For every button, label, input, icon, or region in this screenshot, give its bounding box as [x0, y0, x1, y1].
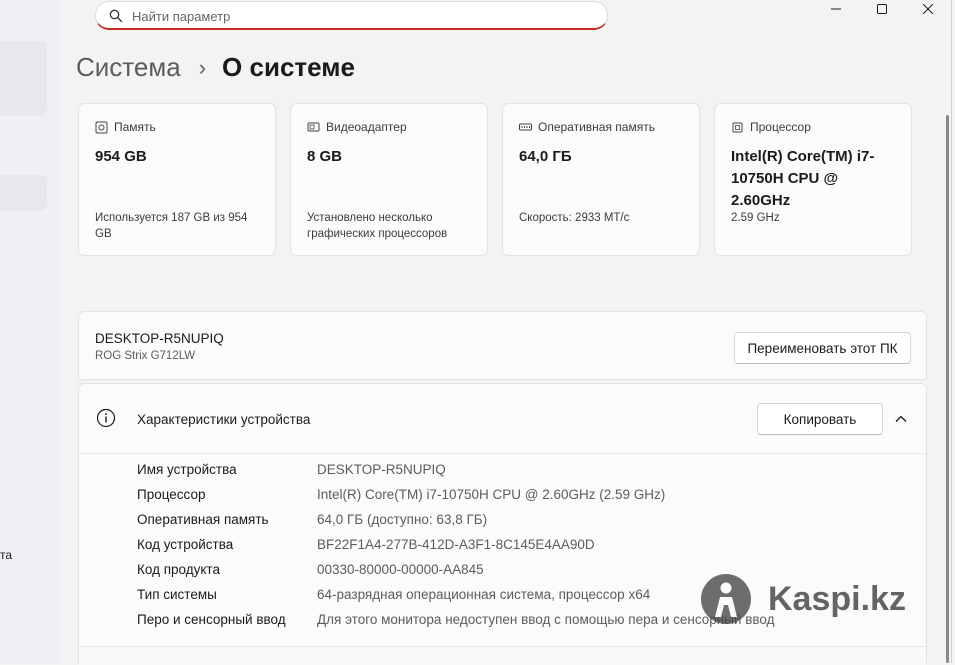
- rename-pc-button[interactable]: Переименовать этот ПК: [734, 332, 911, 364]
- spec-key: Тип системы: [137, 587, 217, 602]
- spec-value: 64,0 ГБ (доступно: 63,8 ГБ): [317, 512, 488, 527]
- device-specs-list: Имя устройства DESKTOP-R5NUPIQ Процессор…: [137, 462, 775, 637]
- spec-row: Процессор Intel(R) Core(TM) i7-10750H CP…: [137, 487, 775, 512]
- spec-value: Intel(R) Core(TM) i7-10750H CPU @ 2.60GH…: [317, 487, 666, 502]
- watermark-text: Kaspi.kz: [768, 579, 906, 618]
- device-specs-title: Характеристики устройства: [137, 412, 311, 427]
- watermark: Kaspi.kz: [700, 573, 906, 625]
- ram-icon: [519, 123, 532, 130]
- card-value: 954 GB: [95, 148, 147, 165]
- card-title: Видеоадаптер: [326, 120, 407, 134]
- spec-row: Код устройства BF22F1A4-277B-412D-A3F1-8…: [137, 537, 775, 562]
- card-subtext: 2.59 GHz: [731, 212, 780, 224]
- next-section-edge: [79, 646, 926, 665]
- minimize-button[interactable]: [813, 0, 859, 18]
- search-icon: [109, 9, 123, 23]
- chevron-up-icon[interactable]: [894, 412, 908, 426]
- spec-row: Код продукта 00330-80000-00000-AA845: [137, 562, 775, 587]
- cpu-icon: [732, 122, 743, 132]
- card-subtext: Скорость: 2933 МТ/с: [519, 212, 630, 224]
- card-display-adapter[interactable]: Видеоадаптер 8 GB Установлено несколько …: [290, 103, 488, 256]
- info-icon: [96, 408, 116, 428]
- storage-icon: [95, 121, 108, 133]
- maximize-button[interactable]: [859, 0, 905, 18]
- spec-row: Имя устройства DESKTOP-R5NUPIQ: [137, 462, 775, 487]
- spec-value: 64-разрядная операционная система, проце…: [317, 587, 651, 602]
- device-specs-header[interactable]: Характеристики устройства Копировать: [79, 384, 926, 454]
- kaspi-logo-icon: [701, 574, 751, 624]
- card-title: Память: [114, 120, 156, 134]
- spec-value: 00330-80000-00000-AA845: [317, 562, 484, 577]
- spec-row: Оперативная память 64,0 ГБ (доступно: 63…: [137, 512, 775, 537]
- breadcrumb: Система › О системе: [76, 52, 355, 83]
- card-title: Оперативная память: [538, 120, 655, 134]
- card-value: 8 GB: [307, 148, 343, 165]
- page-title: О системе: [222, 52, 355, 82]
- spec-row: Перо и сенсорный ввод Для этого монитора…: [137, 612, 775, 637]
- spec-key: Код устройства: [137, 537, 234, 552]
- nav-item-profile[interactable]: [0, 41, 47, 116]
- breadcrumb-separator: ›: [198, 54, 207, 80]
- spec-key: Оперативная память: [137, 512, 269, 527]
- spec-key: Имя устройства: [137, 462, 237, 477]
- card-value: Intel(R) Core(TM) i7-10750H CPU @ 2.60GH…: [731, 148, 875, 209]
- close-icon: [923, 4, 933, 14]
- display-adapter-icon: [307, 122, 320, 131]
- card-storage[interactable]: Память 954 GB Используется 187 GB из 954…: [78, 103, 276, 256]
- spec-value: DESKTOP-R5NUPIQ: [317, 462, 446, 477]
- left-nav-pane: та: [0, 0, 60, 663]
- scrollbar-thumb[interactable]: [946, 115, 949, 663]
- pc-name: DESKTOP-R5NUPIQ: [95, 331, 224, 346]
- search-input[interactable]: [132, 7, 592, 25]
- search-box[interactable]: [95, 1, 608, 30]
- spec-key: Перо и сенсорный ввод: [137, 612, 286, 627]
- spec-key: Код продукта: [137, 562, 220, 577]
- spec-row: Тип системы 64-разрядная операционная си…: [137, 587, 775, 612]
- card-ram[interactable]: Оперативная память 64,0 ГБ Скорость: 293…: [502, 103, 700, 256]
- minimize-icon: [831, 8, 841, 10]
- spec-value: BF22F1A4-277B-412D-A3F1-8C145E4AA90D: [317, 537, 595, 552]
- window-edge: [951, 0, 952, 663]
- scrollbar-track[interactable]: [943, 0, 955, 663]
- copy-button[interactable]: Копировать: [757, 403, 883, 435]
- card-value: 64,0 ГБ: [519, 148, 572, 165]
- breadcrumb-parent[interactable]: Система: [76, 52, 181, 83]
- card-subtext: Установлено несколько графических процес…: [307, 212, 448, 240]
- card-subtext: Используется 187 GB из 954 GB: [95, 212, 248, 240]
- pc-name-panel: DESKTOP-R5NUPIQ ROG Strix G712LW Переиме…: [78, 311, 927, 380]
- nav-item-selected[interactable]: [0, 175, 47, 211]
- card-title: Процессор: [750, 120, 811, 134]
- pc-model: ROG Strix G712LW: [95, 350, 196, 362]
- card-cpu[interactable]: Процессор Intel(R) Core(TM) i7-10750H CP…: [714, 103, 912, 256]
- maximize-icon: [877, 4, 887, 14]
- nav-item-label-fragment[interactable]: та: [0, 548, 12, 562]
- spec-key: Процессор: [137, 487, 206, 502]
